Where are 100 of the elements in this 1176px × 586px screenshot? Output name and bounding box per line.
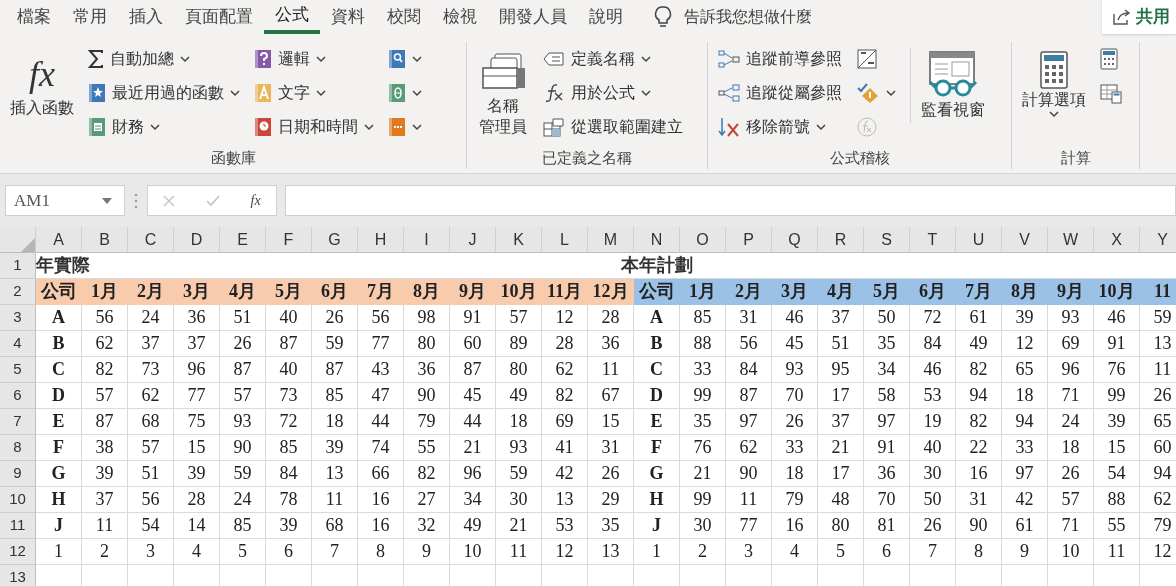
column-letter[interactable]: N (634, 227, 680, 253)
caret-icon (180, 55, 190, 63)
row-number[interactable]: 3 (0, 305, 36, 331)
ribbon-tab[interactable]: 校閱 (376, 0, 432, 34)
ribbon-tab[interactable]: 檢視 (432, 0, 488, 34)
column-letter[interactable]: Q (772, 227, 818, 253)
ribbon-tab[interactable]: 資料 (320, 0, 376, 34)
table-icon (543, 117, 565, 137)
ribbon-tab[interactable]: 插入 (118, 0, 174, 34)
sales-value: 50 (864, 305, 910, 331)
ribbon-tab[interactable]: 頁面配置 (174, 0, 264, 34)
row-number[interactable]: 9 (0, 461, 36, 487)
name-box[interactable]: AM1 (12, 186, 102, 215)
ribbon-button[interactable]: 名稱 管理員 (473, 48, 533, 140)
index-number: 1 (634, 539, 680, 565)
ribbon-button[interactable]: 從選取範圍建立 (539, 110, 687, 144)
month-heading: 10月 (1094, 279, 1140, 305)
formula-input[interactable] (285, 185, 1176, 216)
column-letter[interactable]: V (1002, 227, 1048, 253)
column-letter[interactable]: A (36, 227, 82, 253)
sales-value: 77 (726, 513, 772, 539)
column-letter[interactable]: L (542, 227, 588, 253)
share-button[interactable]: 共用 (1102, 0, 1176, 34)
column-letter[interactable]: F (266, 227, 312, 253)
ribbon-button[interactable]: 計算選項 (1018, 48, 1090, 120)
column-letter[interactable]: H (358, 227, 404, 253)
ribbon-button[interactable]: 自動加總 (84, 42, 244, 76)
row-number[interactable]: 12 (0, 539, 36, 565)
ribbon-tab[interactable]: 常用 (62, 0, 118, 34)
sales-value: 39 (174, 461, 220, 487)
ribbon-button[interactable]: 定義名稱 (539, 42, 687, 76)
row-number[interactable]: 6 (0, 383, 36, 409)
month-heading: 2月 (726, 279, 772, 305)
column-letter[interactable]: X (1094, 227, 1140, 253)
column-letter[interactable]: D (174, 227, 220, 253)
sales-value: 80 (496, 357, 542, 383)
row-number[interactable]: 10 (0, 487, 36, 513)
sales-value: 68 (128, 409, 174, 435)
sales-value: 70 (772, 383, 818, 409)
sales-value: 45 (450, 383, 496, 409)
name-box[interactable]: AM1 (5, 185, 125, 216)
column-letter[interactable]: J (450, 227, 496, 253)
insert-function-button[interactable]: fx (246, 190, 265, 211)
column-letter[interactable]: K (496, 227, 542, 253)
index-number: 5 (220, 539, 266, 565)
column-letter[interactable]: M (588, 227, 634, 253)
ribbon-button[interactable]: 財務 (84, 110, 244, 144)
company-name: B (634, 331, 680, 357)
row-number[interactable]: 5 (0, 357, 36, 383)
search-prompt[interactable]: 告訴我您想做什麼 (684, 5, 812, 29)
column-letter[interactable]: P (726, 227, 772, 253)
column-letter[interactable]: T (910, 227, 956, 253)
ribbon-button[interactable]: 用於公式 (539, 76, 687, 110)
column-letter[interactable]: R (818, 227, 864, 253)
column-letter[interactable]: I (404, 227, 450, 253)
ribbon-button[interactable]: 文字 (250, 76, 378, 110)
ribbon-tab[interactable]: 說明 (578, 0, 634, 34)
sales-value: 82 (956, 357, 1002, 383)
caret-icon (230, 89, 240, 97)
calculator-icon (1100, 48, 1118, 70)
column-letter[interactable]: S (864, 227, 910, 253)
ribbon-button[interactable]: 追蹤前導參照 (714, 42, 846, 76)
ribbon-button[interactable]: 移除箭號 (714, 110, 846, 144)
row-number[interactable]: 11 (0, 513, 36, 539)
sales-value: 71 (1048, 513, 1094, 539)
ribbon-button[interactable]: 追蹤從屬參照 (714, 76, 846, 110)
sales-value: 40 (266, 305, 312, 331)
column-letter[interactable]: Y (1140, 227, 1176, 253)
row-number[interactable]: 13 (0, 565, 36, 586)
row-number[interactable]: 7 (0, 409, 36, 435)
column-letter[interactable]: E (220, 227, 266, 253)
row-number[interactable]: 2 (0, 279, 36, 305)
column-letter[interactable]: O (680, 227, 726, 253)
row-number[interactable]: 8 (0, 435, 36, 461)
row-number[interactable]: 1 (0, 253, 36, 279)
ribbon-tab[interactable]: 檔案 (6, 0, 62, 34)
sales-value: 12 (542, 305, 588, 331)
sales-value: 30 (910, 461, 956, 487)
column-letter[interactable]: U (956, 227, 1002, 253)
sales-value: 46 (772, 305, 818, 331)
column-letter[interactable]: W (1048, 227, 1094, 253)
sales-value: 38 (82, 435, 128, 461)
sales-value: 24 (1048, 409, 1094, 435)
sales-value: 97 (1002, 461, 1048, 487)
ribbon-button[interactable]: fx 插入函數 (6, 48, 78, 121)
ribbon-tab[interactable]: 開發人員 (488, 0, 578, 34)
sales-value: 90 (956, 513, 1002, 539)
row-number[interactable]: 4 (0, 331, 36, 357)
ribbon-button[interactable]: 日期和時間 (250, 110, 378, 144)
ribbon-button[interactable]: 最近用過的函數 (84, 76, 244, 110)
ribbon-button[interactable]: 監看視窗 (910, 48, 989, 123)
column-letter[interactable]: B (82, 227, 128, 253)
ribbon-button[interactable]: 邏輯 (250, 42, 378, 76)
index-number: 9 (404, 539, 450, 565)
sales-value: 34 (864, 357, 910, 383)
sales-value: 44 (450, 409, 496, 435)
column-letter[interactable]: G (312, 227, 358, 253)
column-letter[interactable]: C (128, 227, 174, 253)
sales-value: 49 (450, 513, 496, 539)
company-name: A (36, 305, 82, 331)
